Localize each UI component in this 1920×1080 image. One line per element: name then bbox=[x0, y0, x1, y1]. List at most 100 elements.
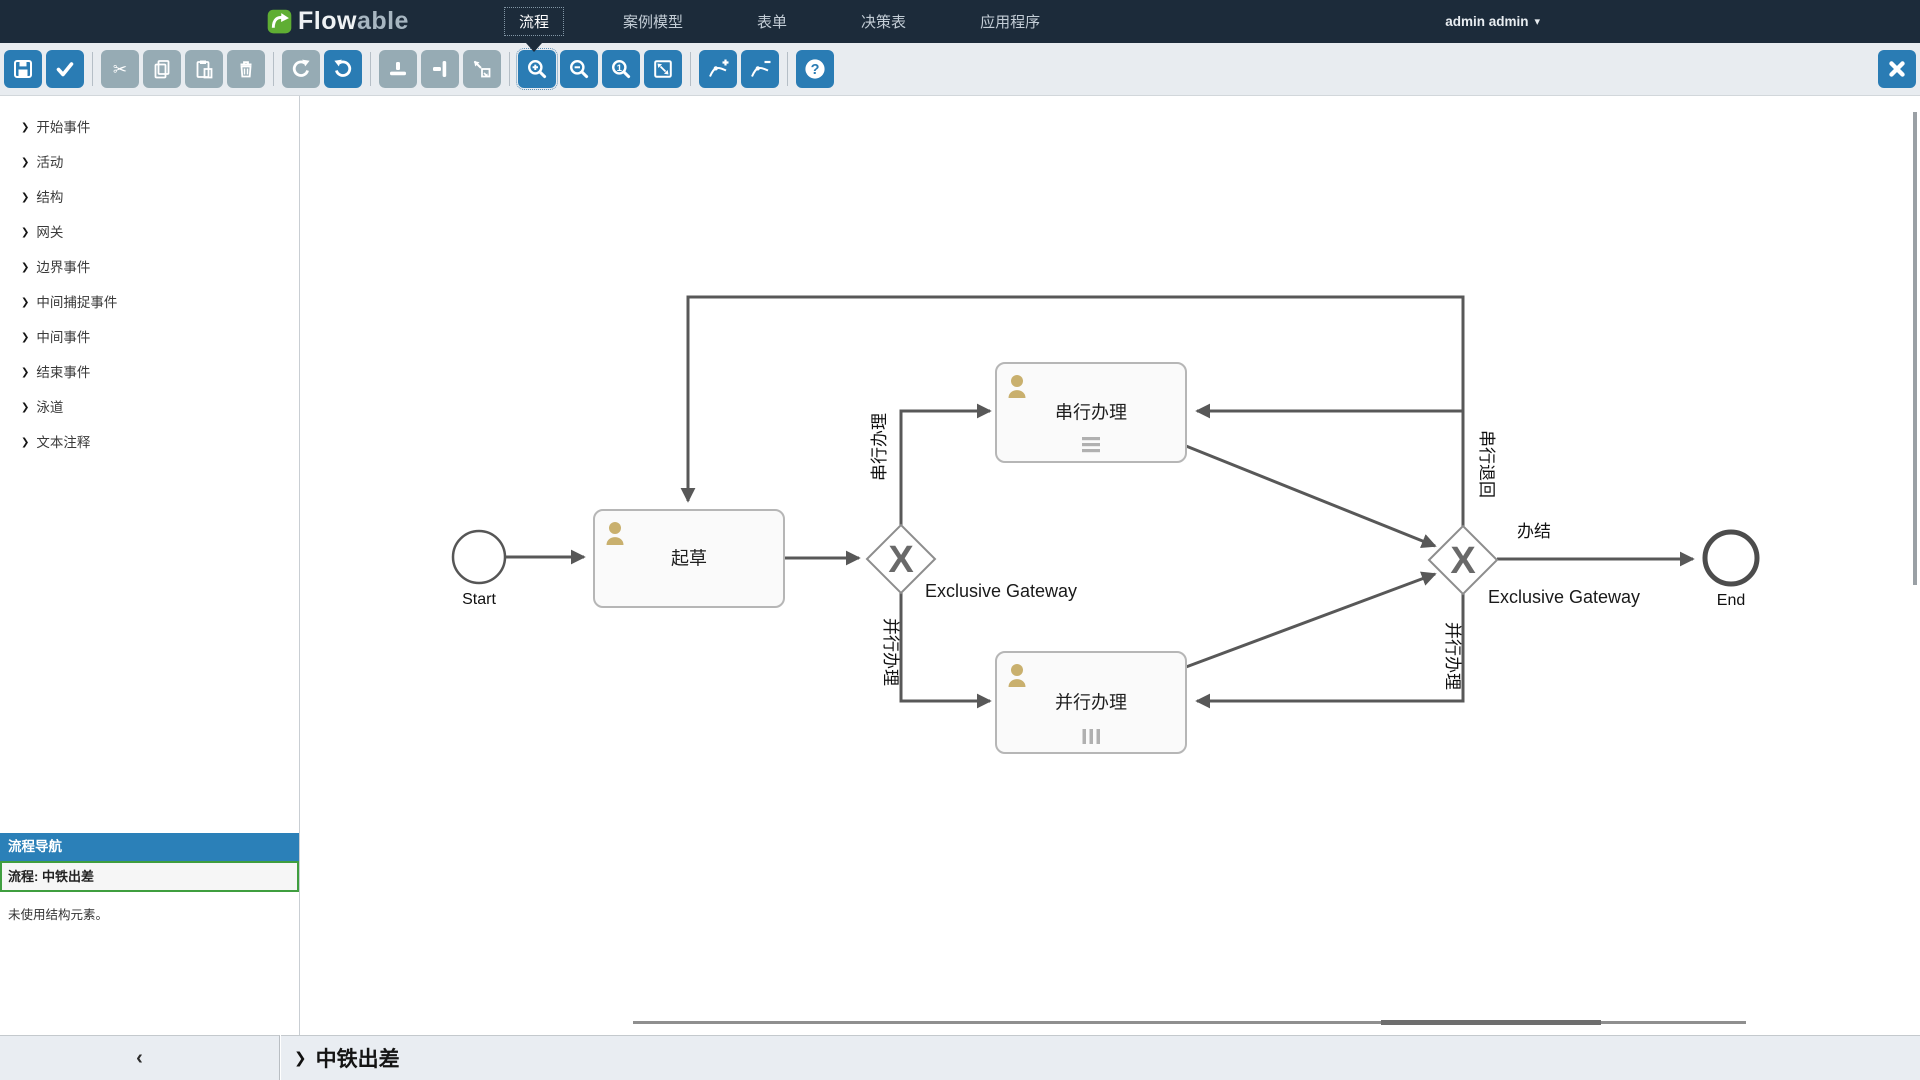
toolbar-groups: ✂ 1? bbox=[4, 50, 838, 88]
palette-group-label: 边界事件 bbox=[36, 250, 90, 285]
palette-group-4[interactable]: ❯边界事件 bbox=[0, 250, 299, 285]
zoom-out-button[interactable] bbox=[560, 50, 598, 88]
tab-nav-1[interactable]: 案例模型 bbox=[609, 8, 697, 35]
zoom-fit-icon bbox=[651, 57, 675, 81]
navigator-empty-note: 未使用结构元素。 bbox=[0, 892, 299, 935]
active-tab-caret bbox=[526, 43, 542, 52]
bottom-bar: ❯ 中铁出差 bbox=[281, 1035, 1920, 1080]
flow-label-gw2-serial-return: 串行退回 bbox=[1477, 430, 1496, 498]
svg-text:?: ? bbox=[811, 62, 820, 78]
zoom-out-icon bbox=[567, 57, 591, 81]
palette-group-3[interactable]: ❯网关 bbox=[0, 215, 299, 250]
toolbar-separator bbox=[690, 52, 691, 86]
user-task-serial[interactable]: 串行办理 bbox=[996, 363, 1186, 462]
chevron-right-icon: ❯ bbox=[21, 425, 29, 460]
sidebar-collapse-button[interactable]: ‹ bbox=[0, 1035, 280, 1080]
tab-process[interactable]: 流程 bbox=[505, 8, 563, 35]
chevron-right-icon: ❯ bbox=[21, 320, 29, 355]
palette-sidebar: ❯开始事件❯活动❯结构❯网关❯边界事件❯中间捕捉事件❯中间事件❯结束事件❯泳道❯… bbox=[0, 96, 300, 1035]
chevron-right-icon: ❯ bbox=[21, 285, 29, 320]
copy-button[interactable] bbox=[143, 50, 181, 88]
exclusive-gateway-gw1[interactable]: XExclusive Gateway bbox=[867, 525, 1077, 601]
palette-group-0[interactable]: ❯开始事件 bbox=[0, 110, 299, 145]
toolbar-separator bbox=[92, 52, 93, 86]
user-menu[interactable]: admin admin ▾ bbox=[1445, 0, 1540, 43]
palette-group-8[interactable]: ❯泳道 bbox=[0, 390, 299, 425]
toolbar-separator bbox=[273, 52, 274, 86]
tab-nav-4[interactable]: 应用程序 bbox=[966, 8, 1054, 35]
chevron-right-icon[interactable]: ❯ bbox=[294, 1049, 307, 1067]
palette-group-label: 结构 bbox=[36, 180, 63, 215]
align-center-icon bbox=[428, 57, 452, 81]
toolbar-separator bbox=[370, 52, 371, 86]
close-editor-button[interactable] bbox=[1878, 50, 1916, 88]
parallel-mi-icon bbox=[1090, 729, 1094, 744]
same-size-icon bbox=[470, 57, 494, 81]
zoom-actual-button[interactable]: 1 bbox=[602, 50, 640, 88]
flow-gw1-to-parallel[interactable] bbox=[901, 593, 990, 701]
close-icon bbox=[1885, 57, 1909, 81]
start-event-start[interactable]: Start bbox=[453, 531, 505, 608]
task-label: 串行办理 bbox=[1055, 403, 1127, 423]
navigator-current-process[interactable]: 流程: 中铁出差 bbox=[0, 861, 299, 892]
gateway-label: Exclusive Gateway bbox=[1488, 587, 1640, 607]
flow-label-gw2-to-end: 办结 bbox=[1517, 522, 1551, 541]
undo-button[interactable] bbox=[324, 50, 362, 88]
chevron-right-icon: ❯ bbox=[21, 390, 29, 425]
flow-parallel-to-gw2[interactable] bbox=[1186, 574, 1435, 667]
chevron-down-icon: ▾ bbox=[1534, 15, 1540, 28]
sequential-mi-icon bbox=[1082, 449, 1100, 452]
validate-button[interactable] bbox=[46, 50, 84, 88]
add-bendpoint-button[interactable] bbox=[699, 50, 737, 88]
tab-nav-2[interactable]: 表单 bbox=[743, 8, 801, 35]
cut-button[interactable]: ✂ bbox=[101, 50, 139, 88]
toolbar-separator bbox=[509, 52, 510, 86]
end-event-end[interactable]: End bbox=[1705, 532, 1757, 609]
chevron-right-icon: ❯ bbox=[21, 145, 29, 180]
sequential-mi-icon bbox=[1082, 443, 1100, 446]
palette-group-label: 中间事件 bbox=[36, 320, 90, 355]
palette-group-label: 文本注释 bbox=[36, 425, 90, 460]
palette-group-label: 活动 bbox=[36, 145, 63, 180]
user-task-draft[interactable]: 起草 bbox=[594, 510, 784, 607]
event-label: Start bbox=[462, 591, 496, 608]
redo-button[interactable] bbox=[282, 50, 320, 88]
palette-group-label: 开始事件 bbox=[36, 110, 90, 145]
canvas-vertical-scrollbar[interactable] bbox=[1913, 112, 1917, 585]
zoom-fit-button[interactable] bbox=[644, 50, 682, 88]
zoom-in-icon bbox=[525, 57, 549, 81]
palette-group-5[interactable]: ❯中间捕捉事件 bbox=[0, 285, 299, 320]
save-button[interactable] bbox=[4, 50, 42, 88]
add-bendpoint-icon bbox=[706, 57, 730, 81]
align-horizontal-button[interactable] bbox=[421, 50, 459, 88]
palette-group-6[interactable]: ❯中间事件 bbox=[0, 320, 299, 355]
zoom-in-button[interactable] bbox=[518, 50, 556, 88]
diagram-canvas[interactable]: 串行办理并行办理办结串行退回并行办理Start起草XExclusive Gate… bbox=[301, 96, 1920, 1035]
task-label: 起草 bbox=[671, 549, 707, 569]
undo-icon bbox=[331, 57, 355, 81]
delete-button[interactable] bbox=[227, 50, 265, 88]
svg-text:✂: ✂ bbox=[113, 60, 127, 79]
align-vertical-button[interactable] bbox=[379, 50, 417, 88]
paste-button[interactable] bbox=[185, 50, 223, 88]
navbar: Flowable 流程案例模型表单决策表应用程序 admin admin ▾ bbox=[0, 0, 1920, 43]
flow-gw1-to-serial[interactable] bbox=[901, 411, 990, 525]
chevron-right-icon: ❯ bbox=[21, 355, 29, 390]
remove-bendpoint-button[interactable] bbox=[741, 50, 779, 88]
flowable-modeler-window: Flowable 流程案例模型表单决策表应用程序 admin admin ▾ ✂… bbox=[0, 0, 1920, 1080]
user-name: admin admin bbox=[1445, 14, 1528, 29]
palette-group-label: 中间捕捉事件 bbox=[36, 285, 117, 320]
svg-text:1: 1 bbox=[617, 63, 623, 74]
user-task-parallel[interactable]: 并行办理 bbox=[996, 652, 1186, 753]
flow-serial-to-gw2[interactable] bbox=[1186, 446, 1435, 546]
tab-nav-3[interactable]: 决策表 bbox=[847, 8, 920, 35]
same-size-button[interactable] bbox=[463, 50, 501, 88]
chevron-right-icon: ❯ bbox=[21, 250, 29, 285]
palette-group-9[interactable]: ❯文本注释 bbox=[0, 425, 299, 460]
palette-group-2[interactable]: ❯结构 bbox=[0, 180, 299, 215]
palette-group-1[interactable]: ❯活动 bbox=[0, 145, 299, 180]
palette-group-7[interactable]: ❯结束事件 bbox=[0, 355, 299, 390]
help-button[interactable]: ? bbox=[796, 50, 834, 88]
parallel-mi-icon bbox=[1097, 729, 1101, 744]
save-icon bbox=[11, 57, 35, 81]
